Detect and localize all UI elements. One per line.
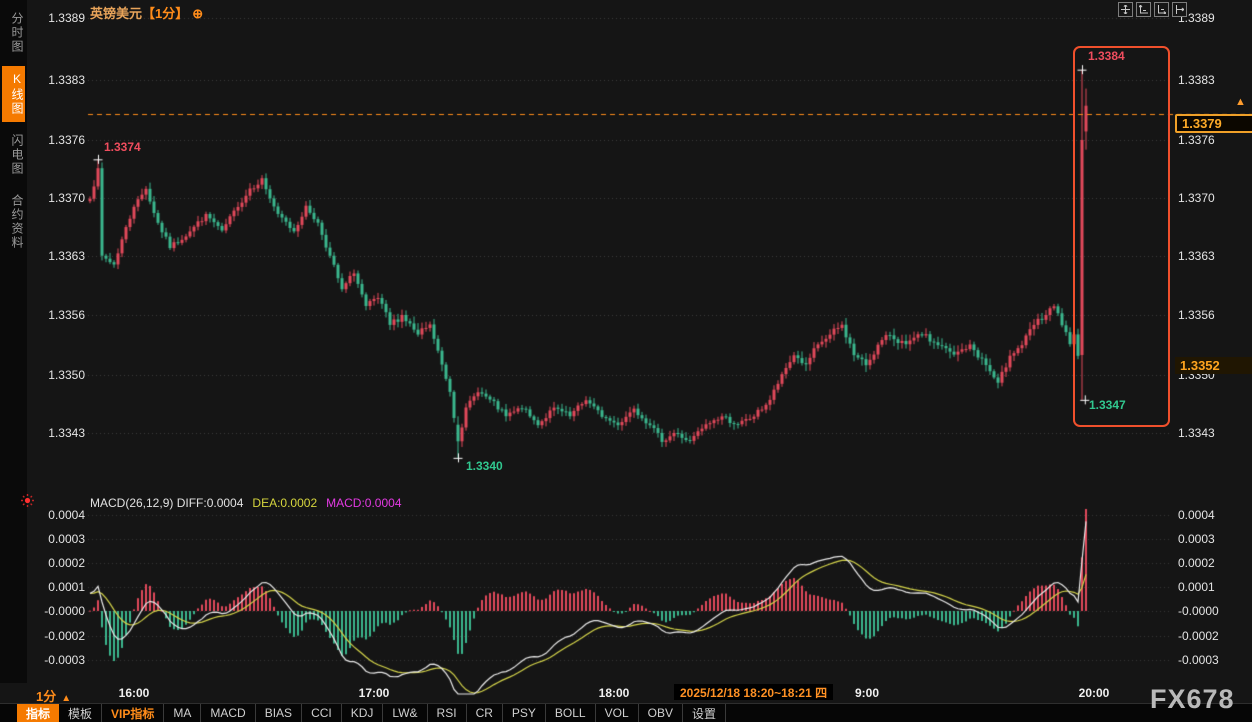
time-axis-label: 9:00 <box>855 686 879 700</box>
spike-highlight-box <box>1073 46 1170 427</box>
indicator-tab[interactable]: MA <box>164 704 201 722</box>
price-annotation: 1.3384 <box>1088 49 1125 63</box>
indicator-tab[interactable]: VIP指标 <box>102 704 164 722</box>
indicator-tab[interactable]: VOL <box>596 704 639 722</box>
indicator-tab[interactable]: 设置 <box>683 704 726 722</box>
indicator-tab[interactable]: MACD <box>201 704 255 722</box>
indicator-tab[interactable]: LW& <box>383 704 427 722</box>
indicator-tab[interactable]: CR <box>467 704 503 722</box>
macd-value: MACD:0.0004 <box>326 496 401 510</box>
chart-type-sidebar: 分时图 K线图 闪电图 合约资料 <box>0 0 27 683</box>
indicator-tab[interactable]: BIAS <box>256 704 302 722</box>
time-axis-label: 17:00 <box>359 686 390 700</box>
sidebar-chart-type-tab[interactable]: 合约资料 <box>2 188 25 256</box>
chart-tool-buttons <box>1118 2 1187 17</box>
indicator-tab[interactable]: 指标 <box>17 704 59 722</box>
price-annotation: 1.3374 <box>104 140 141 154</box>
indicator-tab[interactable]: PSY <box>503 704 546 722</box>
indicator-toolbar: 指标模板VIP指标MAMACDBIASCCIKDJLW&RSICRPSYBOLL… <box>0 703 1252 722</box>
indicator-tab[interactable]: BOLL <box>546 704 596 722</box>
candlestick-chart-canvas[interactable] <box>0 0 1252 722</box>
macd-params-diff-value: MACD(26,12,9) DIFF:0.0004 <box>90 496 243 510</box>
macd-dea-value: DEA:0.0002 <box>252 496 317 510</box>
pan-right-icon[interactable] <box>1172 2 1187 17</box>
price-up-arrow-icon: ▲ <box>1235 96 1246 108</box>
indicator-tab[interactable]: 模板 <box>59 704 102 722</box>
time-axis-label: 16:00 <box>119 686 150 700</box>
time-axis: 16:00 17:00 18:00 9:00 20:00 <box>0 683 1252 703</box>
sidebar-chart-type-tab[interactable]: K线图 <box>2 66 25 122</box>
last-price-tag: 1.3352 <box>1175 357 1252 374</box>
add-compare-icon[interactable]: ⊕ <box>192 6 203 21</box>
fx678-watermark: FX678 <box>1150 684 1235 715</box>
indicator-settings-icon[interactable] <box>20 493 35 513</box>
indicator-tab[interactable]: RSI <box>428 704 467 722</box>
indicator-tab[interactable]: OBV <box>639 704 683 722</box>
symbol-name: 英镑美元 <box>90 6 142 21</box>
current-price-tag: 1.3379 <box>1175 114 1252 133</box>
indicator-tab[interactable]: CCI <box>302 704 342 722</box>
symbol-title: 英镑美元【1分】 ⊕ <box>90 3 203 22</box>
x-axis-scale-icon[interactable] <box>1154 2 1169 17</box>
macd-indicator-header: MACD(26,12,9) DIFF:0.0004 DEA:0.0002 MACD:… <box>90 496 411 510</box>
y-axis-scale-icon[interactable] <box>1136 2 1151 17</box>
price-annotation: 1.3340 <box>466 459 503 473</box>
sidebar-chart-type-tab[interactable]: 闪电图 <box>2 128 25 182</box>
interval-tag: 【1分】 <box>142 6 188 21</box>
trading-chart-app: 分时图 K线图 闪电图 合约资料 英镑美元【1分】⊕ 1.33891.33831… <box>0 0 1252 722</box>
time-axis-label: 20:00 <box>1079 686 1110 700</box>
time-axis-label: 18:00 <box>599 686 630 700</box>
indicator-tab[interactable]: KDJ <box>342 704 384 722</box>
price-annotation: 1.3347 <box>1089 398 1126 412</box>
period-label: 1分 <box>36 689 56 704</box>
sidebar-chart-type-tab[interactable]: 分时图 <box>2 6 25 60</box>
crosshair-date-tooltip: 2025/12/18 18:20~18:21 四 <box>674 684 833 700</box>
crosshair-icon[interactable] <box>1118 2 1133 17</box>
